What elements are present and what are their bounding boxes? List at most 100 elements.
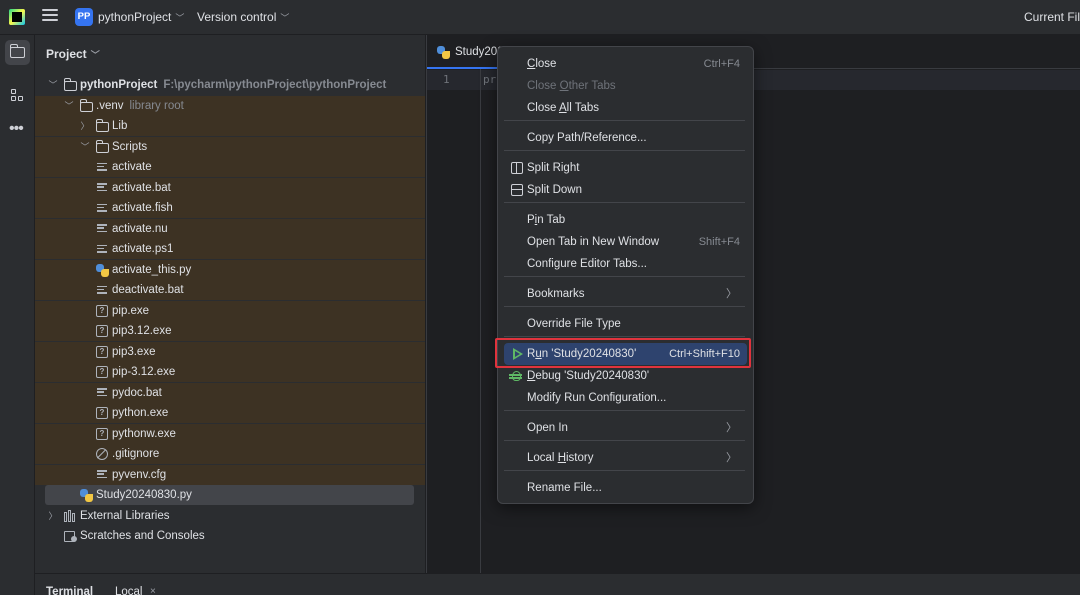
tree-item-label: pip-3.12.exe <box>112 366 176 378</box>
text-file-icon <box>96 469 109 481</box>
tree-item-label: Scripts <box>112 140 148 153</box>
tree-row[interactable]: ﹀ Scripts <box>35 136 425 157</box>
chevron-down-icon[interactable]: ﹀ <box>48 75 58 95</box>
tree-row[interactable]: activate.ps1 <box>35 239 425 259</box>
python-file-icon <box>96 263 109 277</box>
menu-item-open-tab-in-new-window[interactable]: Open Tab in New Window Shift+F4 <box>504 231 747 253</box>
run-config-selector[interactable]: Current File <box>1024 10 1080 24</box>
tree-row[interactable]: pyvenv.cfg <box>35 464 425 485</box>
text-file-icon <box>96 223 109 235</box>
menu-item-debug-study20240830[interactable]: Debug 'Study20240830' <box>504 365 747 387</box>
menu-item-label: Open Tab in New Window <box>527 236 660 248</box>
tree-row[interactable]: activate.fish <box>35 198 425 218</box>
tree-row[interactable]: ? pip.exe <box>35 300 425 321</box>
project-panel-header[interactable]: Project ﹀ <box>46 47 100 61</box>
local-terminal-tab[interactable]: Local <box>115 586 143 595</box>
tree-row[interactable]: ﹀ pythonProject F:\pycharm\pythonProject\p… <box>35 75 425 95</box>
main-menu-icon[interactable] <box>42 9 58 25</box>
ignore-file-icon <box>96 448 108 460</box>
tree-item-label: pip3.exe <box>112 345 156 358</box>
tree-row[interactable]: activate <box>35 157 425 177</box>
menu-item-close-other-tabs: Close Other Tabs <box>504 75 747 97</box>
tree-row[interactable]: Study20240830.py <box>35 485 425 505</box>
chevron-right-icon: 〉 <box>726 452 737 464</box>
menu-item-copy-path-reference[interactable]: Copy Path/Reference... <box>504 127 747 149</box>
menu-item-pin-tab[interactable]: Pin Tab <box>504 209 747 231</box>
menu-item-label: Configure Editor Tabs... <box>527 258 647 270</box>
tree-item-label: activate_this.py <box>112 263 192 276</box>
menu-item-label: Close Other Tabs <box>527 80 616 92</box>
chevron-right-icon[interactable]: 〉 <box>48 506 58 526</box>
project-switcher[interactable]: pythonProject ﹀ <box>98 10 184 24</box>
menu-separator <box>504 470 745 471</box>
folder-icon <box>95 139 109 153</box>
menu-item-rename-file[interactable]: Rename File... <box>504 477 747 499</box>
text-file-icon <box>96 182 109 194</box>
tree-row[interactable]: activate.bat <box>35 177 425 198</box>
editor-tab[interactable]: Study2024 <box>427 35 510 69</box>
tree-row[interactable]: activate.nu <box>35 218 425 239</box>
chevron-down-icon[interactable]: ﹀ <box>80 137 90 157</box>
menu-item-label: Split Right <box>527 162 580 174</box>
menu-item-split-right[interactable]: Split Right <box>504 157 747 179</box>
python-file-icon <box>437 46 450 59</box>
unknown-file-icon: ? <box>96 427 108 440</box>
tree-row[interactable]: pydoc.bat <box>35 382 425 403</box>
tree-row[interactable]: ? python.exe <box>35 403 425 423</box>
tree-item-label: pip.exe <box>112 304 150 317</box>
project-badge[interactable]: PP <box>75 8 93 26</box>
tree-row[interactable]: 〉 Lib <box>35 116 425 136</box>
tree-row[interactable]: ? pip3.exe <box>35 341 425 362</box>
menu-item-local-history[interactable]: Local History 〉 <box>504 447 747 469</box>
tree-row[interactable]: 〉 External Libraries <box>35 506 425 526</box>
folder-icon <box>95 119 109 132</box>
tree-item-label: activate.ps1 <box>112 243 174 255</box>
tree-row[interactable]: deactivate.bat <box>35 280 425 300</box>
menu-item-modify-run-configuration[interactable]: Modify Run Configuration... <box>504 387 747 409</box>
unknown-file-icon: ? <box>96 325 108 337</box>
chevron-down-icon[interactable]: ﹀ <box>64 96 74 116</box>
text-file-icon <box>96 387 109 399</box>
close-icon[interactable]: × <box>150 586 156 595</box>
chevron-right-icon[interactable]: 〉 <box>80 116 90 136</box>
menu-item-close-all-tabs[interactable]: Close All Tabs <box>504 97 747 119</box>
tree-row[interactable]: .gitignore <box>35 444 425 464</box>
tree-row[interactable]: ? pythonw.exe <box>35 423 425 444</box>
tree-row[interactable]: ﹀ .venv library root <box>35 95 425 116</box>
menu-shortcut: Ctrl+F4 <box>703 58 740 70</box>
unknown-file-icon: ? <box>96 345 108 358</box>
library-icon <box>64 509 77 522</box>
menu-item-open-in[interactable]: Open In 〉 <box>504 417 747 439</box>
folder-icon <box>63 78 77 91</box>
tool-window-strip: ••• <box>0 35 35 595</box>
tree-row[interactable]: ? pip3.12.exe <box>35 321 425 341</box>
menu-item-override-file-type[interactable]: Override File Type <box>504 313 747 335</box>
vcs-menu[interactable]: Version control ﹀ <box>197 10 289 24</box>
menu-separator <box>504 306 745 307</box>
tree-item-hint: F:\pycharm\pythonProject\pythonProject <box>163 79 387 91</box>
terminal-tab[interactable]: Terminal <box>46 586 93 595</box>
menu-separator <box>504 150 745 151</box>
project-tool-button[interactable] <box>5 40 30 65</box>
code-line[interactable]: pr <box>483 73 496 86</box>
menu-item-label: Pin Tab <box>527 214 566 226</box>
tree-item-label: .venv library root <box>96 99 184 112</box>
structure-tool-button[interactable] <box>5 83 30 108</box>
menu-item-label: Close <box>527 58 557 70</box>
tree-row[interactable]: ? pip-3.12.exe <box>35 362 425 382</box>
menu-item-split-down[interactable]: Split Down <box>504 179 747 201</box>
menu-separator <box>504 410 745 411</box>
menu-item-bookmarks[interactable]: Bookmarks 〉 <box>504 283 747 305</box>
tree-row[interactable]: activate_this.py <box>35 259 425 280</box>
tree-item-label: activate <box>112 161 152 173</box>
tree-item-label: activate.fish <box>112 202 173 214</box>
tree-item-label: pip3.12.exe <box>112 325 172 337</box>
vcs-label: Version control <box>197 10 277 24</box>
more-tools-button[interactable]: ••• <box>5 117 30 142</box>
tree-row[interactable]: Scratches and Consoles <box>35 526 425 546</box>
bottom-panel: Terminal Local × <box>35 573 1080 595</box>
annotation-highlight-box <box>495 338 751 368</box>
menu-item-close[interactable]: Close Ctrl+F4 <box>504 53 747 75</box>
menu-item-configure-editor-tabs[interactable]: Configure Editor Tabs... <box>504 253 747 275</box>
tree-item-label: Scratches and Consoles <box>80 530 205 542</box>
